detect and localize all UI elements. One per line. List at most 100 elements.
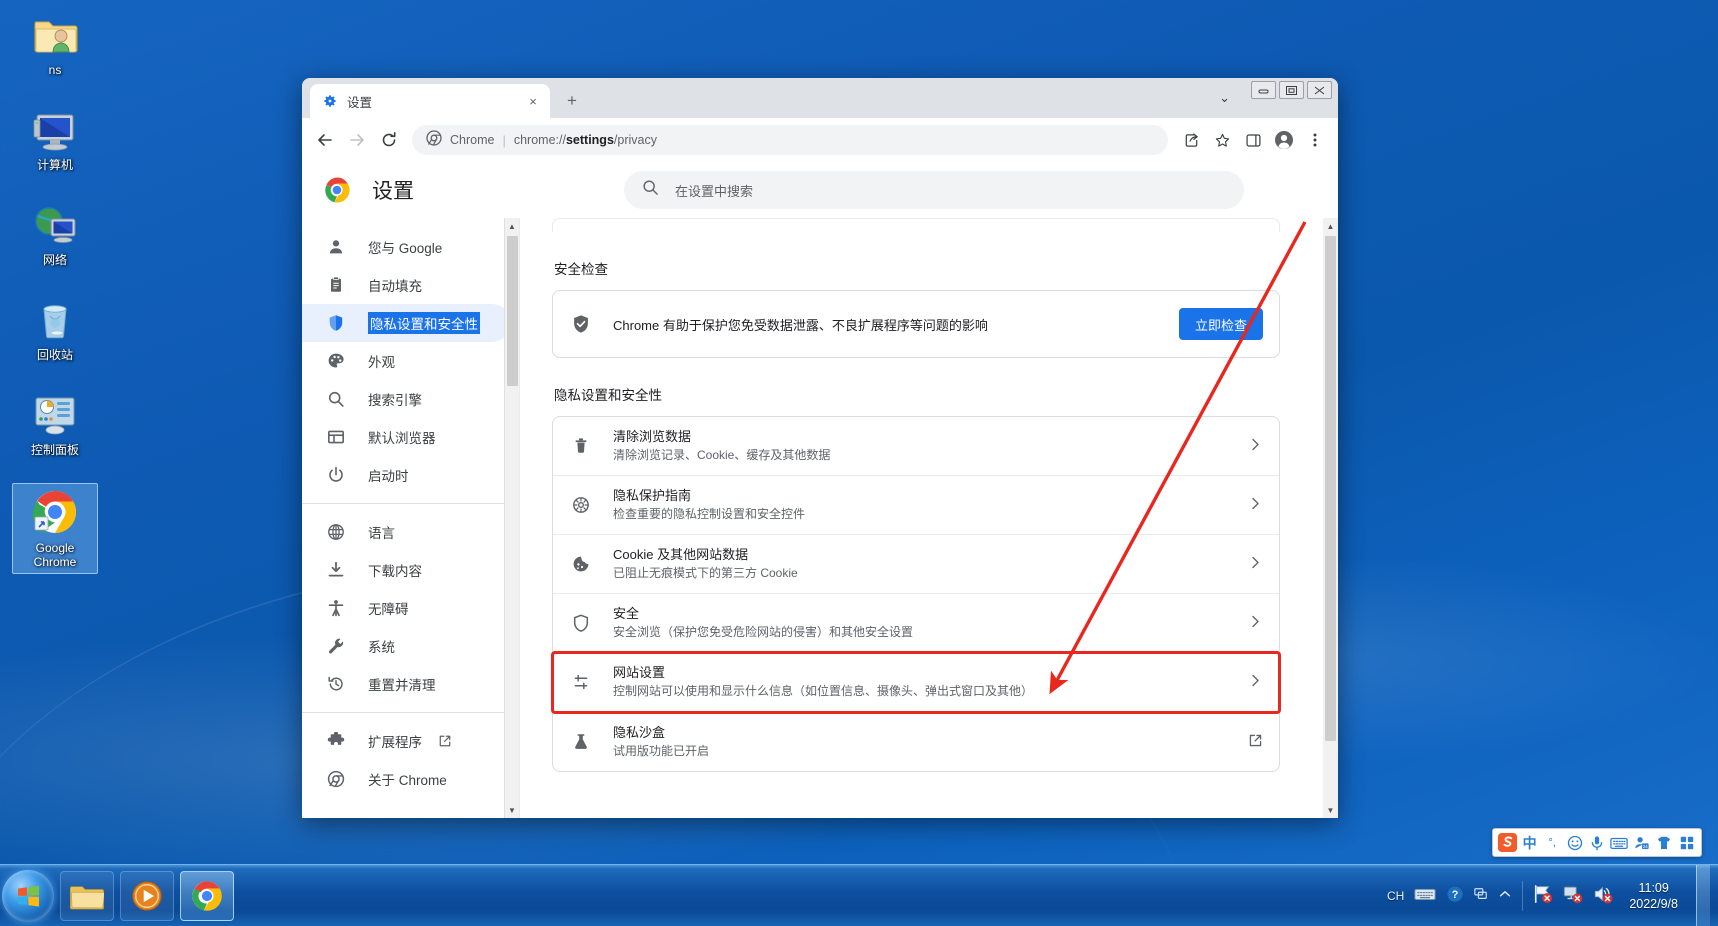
scrollbar-thumb[interactable]	[1325, 236, 1336, 741]
settings-search-box[interactable]: 在设置中搜索	[624, 171, 1244, 209]
back-button[interactable]	[310, 125, 340, 155]
sidebar-item-accessibility[interactable]: 无障碍	[302, 589, 511, 627]
address-bar[interactable]: Chrome | chrome://settings/privacy	[412, 125, 1168, 155]
network-alert-icon[interactable]	[1563, 884, 1583, 909]
search-icon	[642, 179, 659, 201]
sogou-logo-icon[interactable]	[1496, 831, 1518, 855]
partial-card-above	[552, 218, 1280, 232]
sidebar-item-appearance[interactable]: 外观	[302, 342, 511, 380]
skin-icon[interactable]	[1653, 831, 1675, 855]
show-desktop-button[interactable]	[1696, 865, 1710, 926]
smiley-icon[interactable]	[1563, 831, 1585, 855]
scroll-down-arrow-icon[interactable]: ▼	[1323, 802, 1338, 818]
flag-alert-icon[interactable]	[1533, 884, 1553, 909]
sidebar-item-extensions[interactable]: 扩展程序	[302, 722, 511, 760]
taskbar-item-explorer[interactable]	[60, 870, 114, 921]
desktop-icon-ns[interactable]: ns	[12, 8, 98, 81]
content-scrollbar[interactable]: ▲ ▼	[1323, 218, 1338, 818]
row-site-settings[interactable]: 网站设置 控制网站可以使用和显示什么信息（如位置信息、摄像头、弹出式窗口及其他）	[551, 651, 1281, 714]
row-privacy-sandbox[interactable]: 隐私沙盒 试用版功能已开启	[553, 712, 1279, 771]
desktop-icon-recycle-bin[interactable]: 回收站	[12, 293, 98, 366]
chrome-logo-icon	[324, 177, 350, 203]
network-icon	[31, 201, 79, 249]
row-clear-browsing-data[interactable]: 清除浏览数据 清除浏览记录、Cookie、缓存及其他数据	[553, 417, 1279, 476]
scroll-up-arrow-icon[interactable]: ▲	[504, 218, 519, 234]
chevron-right-icon[interactable]	[1247, 674, 1263, 690]
close-tab-icon[interactable]: ×	[524, 92, 542, 110]
sidebar-item-search-engine[interactable]: 搜索引擎	[302, 380, 511, 418]
external-link-icon[interactable]	[1247, 733, 1263, 751]
sidebar-scrollbar[interactable]: ▲ ▼	[504, 218, 519, 818]
desktop-icon-computer[interactable]: 计算机	[12, 103, 98, 176]
minimize-button[interactable]	[1251, 81, 1276, 99]
share-icon[interactable]	[1176, 125, 1206, 155]
user-icon[interactable]: 24	[1631, 831, 1653, 855]
ime-mode-chinese[interactable]: 中	[1518, 831, 1540, 855]
row-security[interactable]: 安全 安全浏览（保护您免受危险网站的侵害）和其他安全设置	[553, 594, 1279, 653]
chevron-right-icon[interactable]	[1247, 556, 1263, 572]
sidebar-item-label: 下载内容	[368, 564, 422, 579]
window-switch-icon[interactable]	[1474, 887, 1488, 906]
sidebar-item-default-browser[interactable]: 默认浏览器	[302, 418, 511, 456]
scroll-down-arrow-icon[interactable]: ▼	[504, 802, 519, 818]
profile-avatar-icon[interactable]	[1269, 125, 1299, 155]
sidebar-item-privacy-and-security[interactable]: 隐私设置和安全性	[302, 304, 511, 342]
desktop-icon-network[interactable]: 网络	[12, 198, 98, 271]
show-hidden-icons-button[interactable]	[1498, 887, 1512, 906]
sidebar-item-on-startup[interactable]: 启动时	[302, 456, 511, 494]
bookmark-star-icon[interactable]	[1207, 125, 1237, 155]
three-dot-menu-icon[interactable]	[1300, 125, 1330, 155]
sidebar-item-downloads[interactable]: 下载内容	[302, 551, 511, 589]
tab-title: 设置	[347, 95, 373, 110]
desktop-icon-google-chrome[interactable]: Google Chrome	[12, 483, 98, 574]
row-cookies-and-site-data[interactable]: Cookie 及其他网站数据 已阻止无痕模式下的第三方 Cookie	[553, 535, 1279, 594]
forward-button[interactable]	[342, 125, 372, 155]
ime-punctuation-mode[interactable]: °,	[1541, 831, 1563, 855]
computer-icon	[31, 106, 79, 154]
start-button[interactable]	[2, 869, 54, 922]
side-panel-icon[interactable]	[1238, 125, 1268, 155]
check-now-button[interactable]: 立即检查	[1178, 308, 1263, 340]
scrollbar-thumb[interactable]	[507, 236, 518, 386]
mic-icon[interactable]	[1586, 831, 1608, 855]
safety-check-card: Chrome 有助于保护您免受数据泄露、不良扩展程序等问题的影响 立即检查	[552, 290, 1280, 358]
reload-button[interactable]	[374, 125, 404, 155]
sidebar-item-languages[interactable]: 语言	[302, 513, 511, 551]
apps-icon[interactable]	[1676, 831, 1698, 855]
sidebar-item-autofill[interactable]: 自动填充	[302, 266, 511, 304]
chevron-down-icon[interactable]: ⌄	[1219, 90, 1230, 106]
row-title: 隐私保护指南	[613, 488, 692, 503]
sidebar-item-about-chrome[interactable]: 关于 Chrome	[302, 760, 511, 798]
svg-text:24: 24	[1643, 843, 1648, 848]
chevron-right-icon[interactable]	[1247, 615, 1263, 631]
browser-tab-settings[interactable]: 设置 ×	[310, 84, 550, 118]
keyboard-icon[interactable]	[1608, 831, 1630, 855]
desktop-icon-control-panel[interactable]: 控制面板	[12, 388, 98, 461]
taskbar-clock[interactable]: 11:09 2022/9/8	[1629, 880, 1678, 912]
volume-mute-icon[interactable]	[1593, 884, 1613, 909]
download-icon	[326, 560, 346, 580]
chevron-right-icon[interactable]	[1247, 497, 1263, 513]
chevron-right-icon[interactable]	[1247, 438, 1263, 454]
sogou-ime-toolbar[interactable]: 中 °, 24	[1492, 828, 1702, 857]
close-button[interactable]	[1307, 81, 1332, 99]
tray-language-indicator[interactable]: CH	[1387, 889, 1404, 903]
row-privacy-guide[interactable]: 隐私保护指南 检查重要的隐私控制设置和安全控件	[553, 476, 1279, 535]
sidebar-item-reset-and-cleanup[interactable]: 重置并清理	[302, 665, 511, 703]
sidebar-item-label: 系统	[368, 640, 395, 655]
keyboard-tray-icon[interactable]	[1414, 886, 1436, 907]
taskbar-item-chrome[interactable]	[180, 870, 234, 921]
row-title: Cookie 及其他网站数据	[613, 547, 749, 562]
external-link-icon	[438, 734, 452, 748]
row-subtitle: 试用版功能已开启	[613, 743, 710, 758]
new-tab-button[interactable]: +	[558, 87, 586, 115]
taskbar-item-media-player[interactable]	[120, 870, 174, 921]
maximize-button[interactable]	[1279, 81, 1304, 99]
sidebar-item-you-and-google[interactable]: 您与 Google	[302, 228, 511, 266]
row-subtitle: 检查重要的隐私控制设置和安全控件	[613, 507, 806, 521]
chrome-page-icon	[426, 129, 442, 151]
sidebar-item-system[interactable]: 系统	[302, 627, 511, 665]
help-tray-icon[interactable]: ?	[1446, 884, 1464, 908]
scroll-up-arrow-icon[interactable]: ▲	[1323, 218, 1338, 234]
row-title: 清除浏览数据	[613, 429, 692, 444]
